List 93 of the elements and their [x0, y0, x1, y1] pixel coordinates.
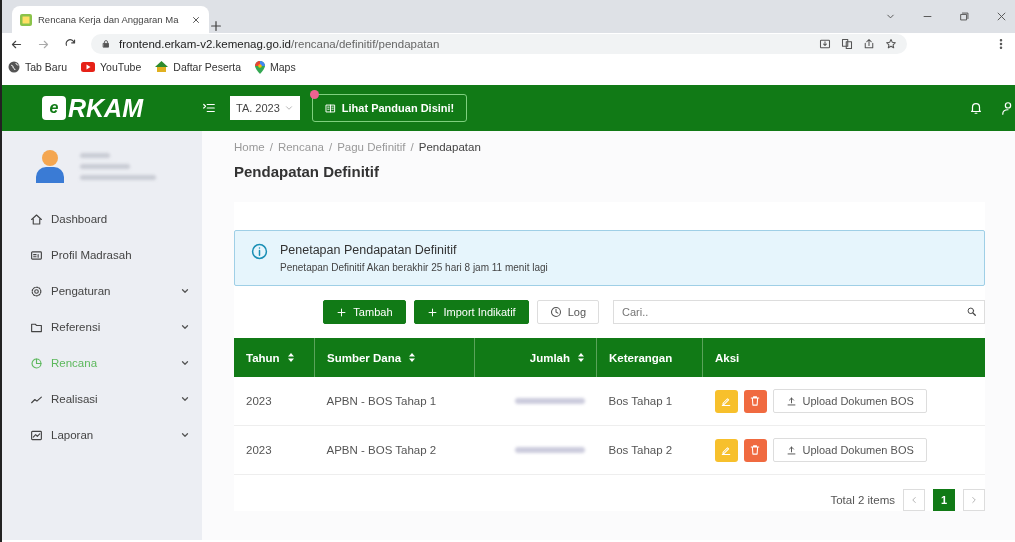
url-text: frontend.erkam-v2.kemenag.go.id/rencana/definitif/pendapatan — [119, 38, 440, 50]
close-icon — [190, 14, 201, 25]
search-field[interactable]: Cari.. — [613, 300, 985, 324]
blurred-amount — [514, 398, 585, 404]
translate-icon — [841, 38, 853, 50]
column-header[interactable]: Sumber Dana — [314, 338, 475, 377]
breadcrumb-separator: / — [269, 141, 273, 153]
chevron-down-icon — [180, 394, 190, 404]
logo: e RKAM — [2, 93, 202, 123]
table-cell: Bos Tahap 2 — [596, 425, 703, 475]
table-cell: 2023 — [234, 425, 315, 475]
upload-icon — [785, 444, 797, 456]
upload-button[interactable]: Upload Dokumen BOS — [772, 438, 927, 462]
trash-icon — [749, 444, 761, 456]
delete-button[interactable] — [743, 438, 767, 462]
log-button[interactable]: Log — [536, 300, 599, 324]
table-cell: APBN - BOS Tahap 1 — [314, 377, 475, 426]
chevron-left-icon — [909, 495, 919, 505]
sort-icon[interactable] — [287, 352, 294, 362]
add-button[interactable]: Tambah — [323, 300, 406, 324]
id-card-icon — [30, 248, 43, 262]
pencil-icon — [720, 444, 732, 456]
menu-icon — [202, 101, 216, 115]
trash-icon — [749, 395, 761, 407]
pencil-icon — [720, 395, 732, 407]
plus-icon — [426, 306, 438, 318]
bookmark[interactable]: Maps — [255, 60, 296, 74]
sidebar-item[interactable]: Laporan — [2, 417, 202, 453]
install-icon — [819, 38, 831, 50]
table-cell: 2023 — [234, 377, 315, 426]
upload-icon — [785, 395, 797, 407]
browser-tab[interactable]: Rencana Kerja dan Anggaran Ma — [12, 6, 209, 33]
bookmark[interactable]: YouTube — [81, 61, 142, 73]
table-cell: APBN - BOS Tahap 2 — [314, 425, 475, 475]
page-button[interactable]: 1 — [933, 489, 955, 511]
search-icon — [966, 306, 977, 317]
bookmark[interactable]: Daftar Peserta — [155, 61, 241, 73]
page-icon — [20, 13, 32, 26]
sidebar-item[interactable]: Referensi — [2, 309, 202, 345]
table-cell: Bos Tahap 1 — [596, 377, 703, 426]
chevron-down-icon — [180, 430, 190, 440]
globe-icon — [8, 61, 20, 73]
clock-icon — [549, 306, 562, 318]
close-icon — [996, 11, 1007, 22]
column-header[interactable]: Tahun — [234, 338, 315, 377]
avatar-icon — [36, 149, 64, 183]
video-play-icon — [81, 62, 96, 72]
chevron-down-icon — [283, 103, 294, 113]
sort-icon[interactable] — [578, 352, 584, 362]
breadcrumb-separator: / — [328, 141, 333, 153]
home-icon — [30, 212, 43, 226]
star-icon — [885, 38, 897, 50]
sidebar-item[interactable]: Dashboard — [2, 201, 202, 237]
chevron-right-icon — [969, 495, 979, 505]
edit-button[interactable] — [714, 389, 738, 413]
sidebar-item[interactable]: Pengaturan — [2, 273, 202, 309]
sidebar-item[interactable]: Profil Madrasah — [2, 237, 202, 273]
bell-icon — [969, 101, 983, 115]
tab-title: Rencana Kerja dan Anggaran Ma — [38, 14, 179, 25]
emblem-icon — [155, 61, 169, 73]
alert-message: Penetapan Definitif Akan berakhir 25 hari 8 jam 11 menit lagi — [280, 262, 548, 273]
share-icon — [863, 38, 875, 50]
lock-icon — [101, 39, 111, 49]
upload-button[interactable]: Upload Dokumen BOS — [772, 389, 927, 413]
settings-icon — [30, 284, 43, 298]
breadcrumb-separator: / — [410, 141, 414, 153]
sidebar-item[interactable]: Realisasi — [2, 381, 202, 417]
column-header: Aksi — [702, 338, 985, 377]
chevron-down-icon — [180, 358, 190, 368]
info-icon — [251, 243, 268, 260]
restore-icon — [959, 11, 970, 22]
column-header[interactable]: Jumlah — [474, 338, 597, 377]
notification-dot — [309, 90, 319, 99]
chart-icon — [30, 428, 43, 442]
blurred-amount — [514, 447, 585, 453]
total-items: Total 2 items — [830, 494, 895, 506]
bookmark[interactable]: Tab Baru — [8, 61, 68, 73]
alert-title: Penetapan Pendapatan Definitif — [280, 243, 458, 257]
delete-button[interactable] — [743, 389, 767, 413]
chevron-down-icon — [180, 286, 190, 296]
import-button[interactable]: Import Indikatif — [413, 300, 529, 324]
book-icon — [324, 102, 336, 114]
address-bar[interactable]: frontend.erkam-v2.kemenag.go.id/rencana/definitif/pendapatan — [91, 34, 907, 54]
edit-button[interactable] — [714, 438, 738, 462]
chevron-down-icon — [180, 322, 190, 332]
map-pin-icon — [255, 60, 265, 74]
plus-icon — [208, 19, 223, 33]
year-select[interactable]: TA. 2023 — [230, 96, 300, 120]
page-title: Pendapatan Definitif — [234, 163, 380, 180]
sort-icon[interactable] — [409, 352, 416, 362]
column-header: Keterangan — [596, 338, 703, 377]
pie-chart-icon — [30, 356, 43, 370]
plus-icon — [336, 306, 348, 318]
